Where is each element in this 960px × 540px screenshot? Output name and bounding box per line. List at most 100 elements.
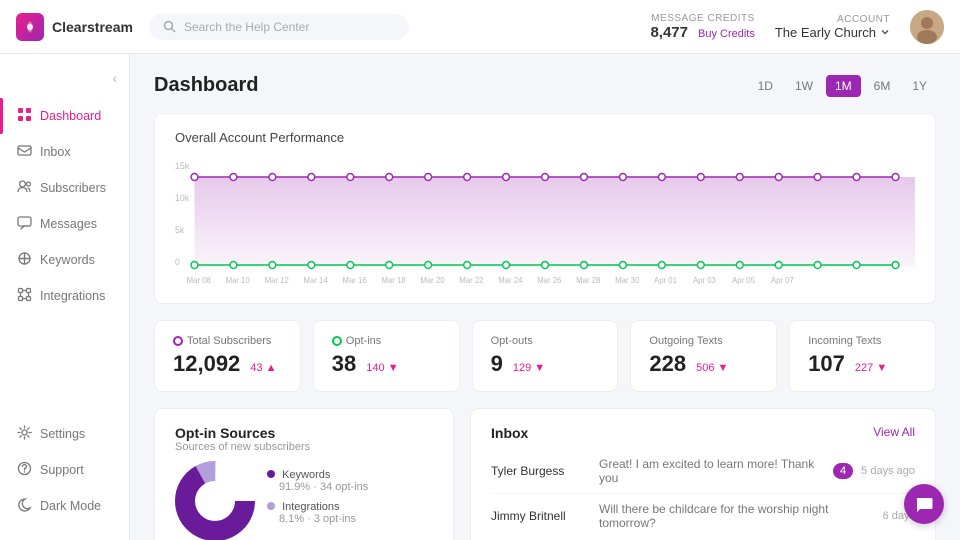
sidebar-item-inbox[interactable]: Inbox: [0, 134, 129, 170]
stat-value-optouts: 9: [491, 351, 503, 377]
settings-icon: [16, 425, 32, 443]
msg-text-2: Will there be childcare for the worship …: [599, 502, 875, 530]
time-filters: 1D 1W 1M 6M 1Y: [749, 75, 936, 97]
chart-container: 15k 10k 5k 0: [175, 157, 915, 287]
chevron-down-icon: [880, 27, 890, 37]
sidebar-item-subscribers[interactable]: Subscribers: [0, 170, 129, 206]
sender-1: Tyler Burgess: [491, 464, 591, 478]
view-all-link[interactable]: View All: [873, 425, 915, 439]
stat-incoming: Incoming Texts 107 227 ▼: [789, 320, 936, 392]
collapse-icon[interactable]: ‹: [112, 70, 117, 86]
stat-optins: Opt-ins 38 140 ▼: [313, 320, 460, 392]
stat-change-incoming: 227 ▼: [855, 362, 887, 374]
sidebar-label-support: Support: [40, 463, 84, 477]
filter-1w[interactable]: 1W: [786, 75, 822, 97]
avatar[interactable]: [910, 10, 944, 44]
sidebar-label-dark-mode: Dark Mode: [40, 499, 101, 513]
svg-text:Apr 03: Apr 03: [693, 276, 717, 285]
opt-in-legend: Keywords 91.9% · 34 opt-ins Integrations…: [267, 469, 368, 533]
optins-dot: [332, 336, 342, 346]
sidebar-label-subscribers: Subscribers: [40, 181, 106, 195]
sidebar-label-messages: Messages: [40, 217, 97, 231]
svg-text:Mar 24: Mar 24: [498, 276, 523, 285]
sidebar-item-messages[interactable]: Messages: [0, 206, 129, 242]
integrations-legend-dot: [267, 502, 275, 510]
sidebar: ‹ Dashboard Inbox Subscribers Messages: [0, 54, 130, 540]
opt-in-title: Opt-in Sources: [175, 425, 310, 441]
keywords-legend-dot: [267, 470, 275, 478]
stat-label-optins: Opt-ins: [346, 335, 381, 347]
filter-1m[interactable]: 1M: [826, 75, 861, 97]
account-name[interactable]: The Early Church: [775, 25, 890, 40]
stat-label-subscribers: Total Subscribers: [187, 335, 271, 347]
sidebar-label-integrations: Integrations: [40, 289, 105, 303]
sidebar-item-support[interactable]: Support: [0, 452, 129, 488]
sidebar-label-settings: Settings: [40, 427, 85, 441]
inbox-header: Inbox View All: [491, 425, 915, 441]
pie-chart-area: Keywords 91.9% · 34 opt-ins Integrations…: [175, 461, 433, 540]
filter-1y[interactable]: 1Y: [903, 75, 936, 97]
msg-time-1: 5 days ago: [861, 465, 915, 477]
sidebar-item-settings[interactable]: Settings: [0, 416, 129, 452]
inbox-icon: [16, 143, 32, 161]
buy-credits-link[interactable]: Buy Credits: [698, 28, 755, 40]
svg-text:Mar 08: Mar 08: [187, 276, 212, 285]
stat-outgoing: Outgoing Texts 228 506 ▼: [630, 320, 777, 392]
filter-6m[interactable]: 6M: [865, 75, 900, 97]
svg-text:Apr 05: Apr 05: [732, 276, 756, 285]
sidebar-item-keywords[interactable]: Keywords: [0, 242, 129, 278]
svg-text:Mar 18: Mar 18: [381, 276, 406, 285]
chat-widget[interactable]: [904, 484, 944, 524]
opt-in-header: Opt-in Sources Sources of new subscriber…: [175, 425, 433, 453]
stat-value-incoming: 107: [808, 351, 845, 377]
stats-row: Total Subscribers 12,092 43 ▲ Opt-ins 38…: [154, 320, 936, 392]
sidebar-collapse[interactable]: ‹: [0, 70, 129, 98]
sender-2: Jimmy Britnell: [491, 509, 591, 523]
svg-text:Mar 30: Mar 30: [615, 276, 640, 285]
inbox-messages: Tyler Burgess Great! I am excited to lea…: [491, 449, 915, 538]
search-icon: [163, 20, 176, 33]
stat-label-optouts: Opt-outs: [491, 335, 533, 347]
app-logo[interactable]: Clearstream: [16, 13, 133, 41]
chart-title: Overall Account Performance: [175, 130, 915, 145]
sidebar-label-dashboard: Dashboard: [40, 109, 101, 123]
top-navigation: Clearstream Search the Help Center MESSA…: [0, 0, 960, 54]
svg-text:Mar 10: Mar 10: [226, 276, 251, 285]
main-content: Dashboard 1D 1W 1M 6M 1Y Overall Account…: [130, 54, 960, 540]
stat-change-outgoing: 506 ▼: [696, 362, 728, 374]
sidebar-item-dark-mode[interactable]: Dark Mode: [0, 488, 129, 524]
legend-integrations: Integrations 8.1% · 3 opt-ins: [267, 501, 368, 525]
stat-value-optins: 38: [332, 351, 356, 377]
bottom-row: Opt-in Sources Sources of new subscriber…: [154, 408, 936, 540]
performance-chart: 15k 10k 5k 0: [175, 157, 915, 287]
svg-text:Mar 12: Mar 12: [265, 276, 289, 285]
sidebar-item-dashboard[interactable]: Dashboard: [0, 98, 129, 134]
stat-label-outgoing: Outgoing Texts: [649, 335, 722, 347]
filter-1d[interactable]: 1D: [749, 75, 782, 97]
svg-text:Apr 07: Apr 07: [771, 276, 794, 285]
sidebar-bottom: Settings Support Dark Mode: [0, 416, 129, 524]
svg-text:Mar 16: Mar 16: [342, 276, 367, 285]
credits-value: 8,477: [650, 24, 688, 41]
sidebar-label-keywords: Keywords: [40, 253, 95, 267]
sidebar-label-inbox: Inbox: [40, 145, 71, 159]
dark-mode-icon: [16, 497, 32, 515]
inbox-message-2[interactable]: Jimmy Britnell Will there be childcare f…: [491, 494, 915, 538]
stat-change-subscribers: 43 ▲: [250, 362, 276, 374]
svg-text:Mar 14: Mar 14: [304, 276, 329, 285]
pie-chart: [175, 461, 255, 540]
svg-text:10k: 10k: [175, 193, 190, 203]
app-name: Clearstream: [52, 19, 133, 35]
subscribers-dot: [173, 336, 183, 346]
opt-in-sources: Opt-in Sources Sources of new subscriber…: [154, 408, 454, 540]
svg-text:Apr 01: Apr 01: [654, 276, 677, 285]
stat-change-optouts: 129 ▼: [513, 362, 545, 374]
inbox-message-1[interactable]: Tyler Burgess Great! I am excited to lea…: [491, 449, 915, 494]
integrations-icon: [16, 287, 32, 305]
opt-in-subtitle: Sources of new subscribers: [175, 441, 310, 453]
sidebar-item-integrations[interactable]: Integrations: [0, 278, 129, 314]
svg-text:Mar 26: Mar 26: [537, 276, 562, 285]
support-icon: [16, 461, 32, 479]
stat-label-incoming: Incoming Texts: [808, 335, 881, 347]
search-bar[interactable]: Search the Help Center: [149, 14, 409, 40]
